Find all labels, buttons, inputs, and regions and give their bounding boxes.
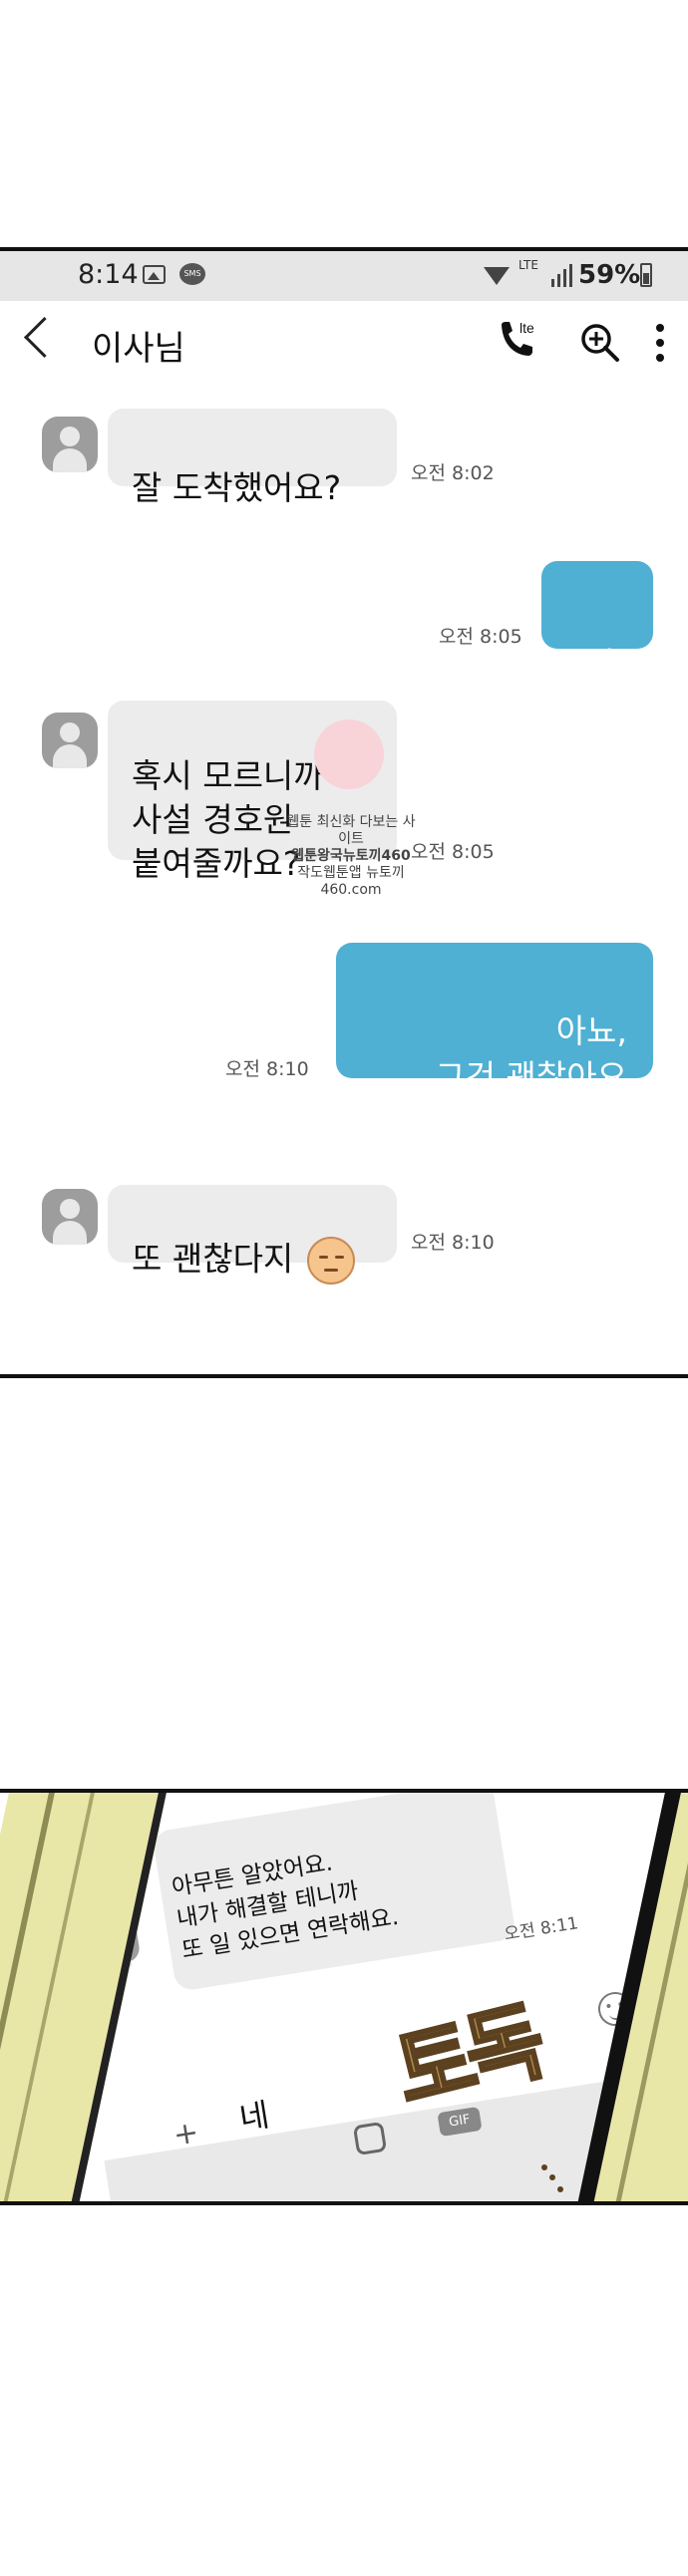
gallery-notification-icon xyxy=(143,265,166,284)
pensive-face-emoji-icon xyxy=(307,1237,356,1285)
network-type-label: LTE xyxy=(518,258,538,272)
message-time: 오전 8:10 xyxy=(411,1232,495,1254)
back-arrow-icon[interactable] xyxy=(23,316,66,359)
battery-percent: 59% xyxy=(578,260,641,290)
sticker-icon[interactable] xyxy=(352,2121,388,2156)
contact-avatar[interactable] xyxy=(42,713,98,768)
watermark-text: 웹툰 최신화 다보는 사이트 웹툰왕국뉴토끼460 작도웹툰앱 뉴토끼460.c… xyxy=(286,814,416,898)
call-icon[interactable]: lte xyxy=(496,319,539,363)
phone-closeup-panel: 아무튼 알았어요. 내가 해결할 테니까 또 일 있으면 연락해요. 오전 8:… xyxy=(0,1789,688,2205)
message-time: 오전 8:05 xyxy=(411,841,495,863)
wifi-icon xyxy=(484,267,510,285)
watermark-mascot xyxy=(314,719,384,789)
chat-panel: 8:14 SMS LTE 59% 이사님 lte 잘 도착했어요? 오전 8:0… xyxy=(0,247,688,1378)
message-text: 또 괜찮다지 xyxy=(132,1239,294,1279)
message-text: 아뇨, 그건 괜찮아요 xyxy=(435,1011,627,1096)
signal-icon xyxy=(551,264,572,287)
status-bar: 8:14 SMS LTE 59% xyxy=(0,251,688,301)
svg-text:lte: lte xyxy=(519,320,534,336)
contact-avatar[interactable] xyxy=(42,1189,98,1245)
search-in-chat-icon[interactable] xyxy=(578,321,622,365)
sms-notification-icon: SMS xyxy=(179,263,205,285)
message-text: 잘 도착했어요? xyxy=(132,468,342,507)
sound-effect-dots xyxy=(541,2164,563,2192)
outgoing-message: 네! xyxy=(541,561,653,684)
attach-plus-button[interactable]: + xyxy=(171,2115,200,2153)
message-time: 오전 8:05 xyxy=(439,626,522,648)
incoming-message: 잘 도착했어요? xyxy=(108,409,397,507)
status-time: 8:14 xyxy=(78,259,139,290)
message-time: 오전 8:02 xyxy=(411,462,495,484)
battery-icon xyxy=(640,263,652,287)
message-text: 네! xyxy=(583,645,627,684)
outgoing-message: 아뇨, 그건 괜찮아요 xyxy=(336,943,653,1096)
contact-name: 이사님 xyxy=(92,329,185,369)
incoming-message: 또 괜찮다지 xyxy=(108,1185,397,1285)
contact-avatar[interactable] xyxy=(42,417,98,472)
more-options-icon[interactable] xyxy=(654,321,666,365)
message-time: 오전 8:10 xyxy=(225,1058,309,1080)
